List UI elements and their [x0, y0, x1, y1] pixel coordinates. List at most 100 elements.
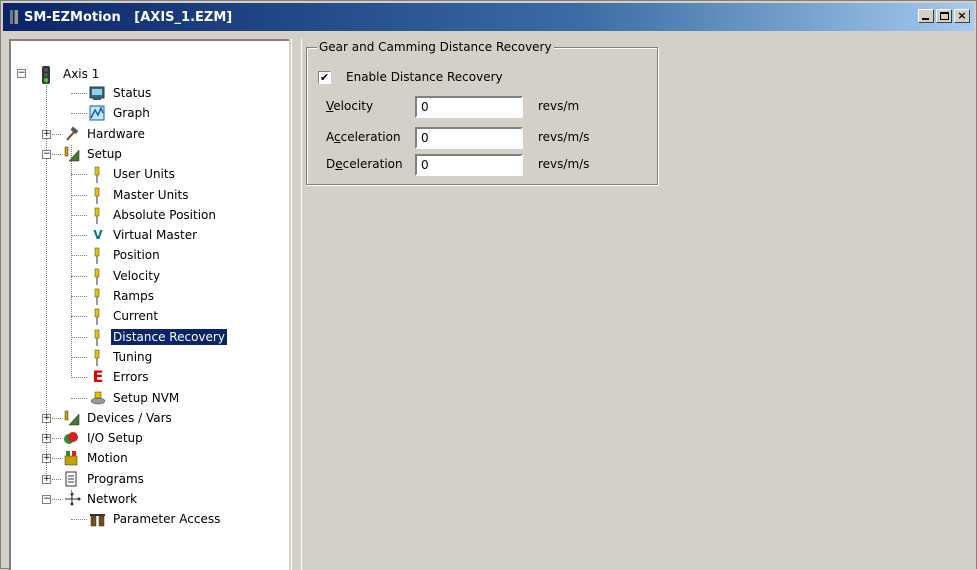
expand-toggle[interactable]: +	[42, 454, 51, 464]
tree-item-virtual-master[interactable]: V Virtual Master	[89, 226, 199, 244]
close-button[interactable]: ×	[954, 9, 970, 23]
collapse-toggle[interactable]: −	[42, 495, 51, 504]
collapse-toggle[interactable]: −	[42, 149, 51, 159]
tree-item-errors[interactable]: E Errors	[89, 368, 151, 386]
tree-label: Devices / Vars	[87, 410, 172, 425]
deceleration-input[interactable]	[415, 154, 523, 176]
tree-connector	[71, 235, 87, 237]
plug-icon	[89, 247, 107, 265]
plug-icon	[89, 308, 107, 326]
acceleration-label-post: celeration	[340, 130, 401, 144]
tree-connector	[71, 214, 87, 217]
tree-label: Axis 1	[63, 67, 100, 81]
tree-label: Tuning	[113, 349, 153, 364]
devices-icon	[63, 410, 81, 426]
tree-label: Network	[87, 492, 138, 506]
tree-label: Graph	[113, 106, 150, 121]
velocity-label: Velocity	[326, 99, 373, 113]
collapse-toggle[interactable]: −	[17, 69, 26, 78]
tree-item-graph[interactable]: Graph	[89, 104, 152, 122]
plug-icon	[89, 207, 107, 224]
acceleration-unit: revs/m/s	[538, 130, 590, 144]
tree-item-current[interactable]: Current	[89, 307, 160, 326]
tree-root-axis-1[interactable]: Axis 1	[39, 65, 101, 84]
tree-item-absolute-position[interactable]: Absolute Position	[89, 206, 218, 224]
tree-item-ramps[interactable]: Ramps	[89, 287, 156, 305]
plug-icon	[89, 288, 107, 305]
setup-icon	[63, 146, 81, 162]
traffic-light-icon	[39, 66, 57, 84]
tree-label: Motion	[87, 451, 128, 466]
expand-toggle[interactable]: +	[42, 474, 51, 484]
enable-distance-recovery-checkbox[interactable]: ✔	[318, 71, 331, 84]
velocity-unit: revs/m	[538, 99, 580, 113]
tree-item-devices-vars[interactable]: Devices / Vars	[63, 409, 174, 427]
tree-item-setup[interactable]: Setup	[63, 145, 124, 163]
tree-item-setup-nvm[interactable]: Setup NVM	[89, 389, 181, 407]
tree-item-programs[interactable]: Programs	[63, 470, 146, 488]
tree-item-velocity[interactable]: Velocity	[89, 267, 162, 285]
tree-item-network[interactable]: Network	[63, 490, 139, 508]
plug-icon	[89, 187, 107, 204]
velocity-input[interactable]	[415, 96, 523, 118]
velocity-label-post: elocity	[333, 99, 374, 113]
plug-icon	[89, 349, 107, 366]
tree-label: Distance Recovery	[111, 328, 227, 345]
tree-item-status[interactable]: Status	[89, 84, 153, 102]
minimize-button[interactable]	[918, 9, 934, 23]
close-icon: ×	[957, 9, 967, 22]
tree-item-user-units[interactable]: User Units	[89, 165, 177, 184]
acceleration-label-accel-key: c	[334, 130, 341, 144]
window-controls: ×	[918, 9, 970, 23]
virtual-master-icon: V	[93, 228, 103, 243]
tree-connector	[71, 174, 87, 176]
expand-toggle[interactable]: +	[42, 413, 51, 423]
deceleration-label-accel-key: e	[335, 157, 343, 171]
tree-connector	[71, 194, 87, 197]
tree-item-master-units[interactable]: Master Units	[89, 186, 190, 204]
acceleration-label: Acceleration	[326, 130, 401, 144]
tree-label: Hardware	[87, 126, 145, 141]
tree-item-i-o-setup[interactable]: I/O Setup	[63, 429, 145, 447]
tree-label: Setup NVM	[113, 390, 180, 405]
tree-item-position[interactable]: Position	[89, 246, 162, 265]
tree-item-motion[interactable]: Motion	[63, 449, 130, 467]
tree-connector	[71, 356, 87, 359]
deceleration-unit: revs/m/s	[538, 157, 590, 171]
title-bar[interactable]: SM-EZMotion [AXIS_1.EZM] ×	[3, 3, 974, 31]
tree-connector	[71, 397, 87, 400]
group-title: Gear and Camming Distance Recovery	[317, 40, 554, 54]
tree-item-hardware[interactable]: Hardware	[63, 125, 147, 143]
pane-splitter[interactable]	[289, 39, 301, 570]
tree-label: Absolute Position	[113, 207, 216, 222]
window-title: SM-EZMotion [AXIS_1.EZM]	[24, 9, 233, 25]
tree-connector	[71, 296, 87, 298]
tree-label: Position	[113, 248, 160, 263]
app-window: SM-EZMotion [AXIS_1.EZM] × Axis 1 − Status…	[0, 0, 977, 570]
errors-icon: E	[92, 367, 104, 387]
expand-toggle[interactable]: +	[42, 434, 51, 444]
tree-label: Master Units	[113, 187, 189, 202]
app-icon	[10, 10, 18, 24]
maximize-button[interactable]	[936, 9, 952, 23]
expand-toggle[interactable]: +	[42, 129, 51, 139]
tree-label: Virtual Master	[113, 228, 198, 243]
tree-connector	[71, 255, 87, 257]
status-icon	[89, 85, 107, 101]
tree-connector	[71, 519, 87, 521]
tree-item-distance-recovery[interactable]: Distance Recovery	[89, 328, 227, 346]
parameter-access-icon	[89, 511, 107, 527]
deceleration-label: Deceleration	[326, 157, 403, 171]
enable-distance-recovery-label: Enable Distance Recovery	[346, 70, 503, 84]
acceleration-input[interactable]	[415, 127, 523, 149]
tree-label: Current	[113, 309, 159, 324]
tree-label: Parameter Access	[113, 512, 221, 527]
network-icon	[63, 491, 81, 507]
tree-label: Ramps	[113, 289, 154, 303]
maximize-icon	[940, 12, 949, 20]
tree-item-tuning[interactable]: Tuning	[89, 348, 154, 366]
tree-label: Setup	[87, 146, 122, 161]
io-icon	[63, 430, 81, 446]
tree-item-parameter-access[interactable]: Parameter Access	[89, 510, 222, 528]
tree-label: Velocity	[113, 268, 161, 283]
